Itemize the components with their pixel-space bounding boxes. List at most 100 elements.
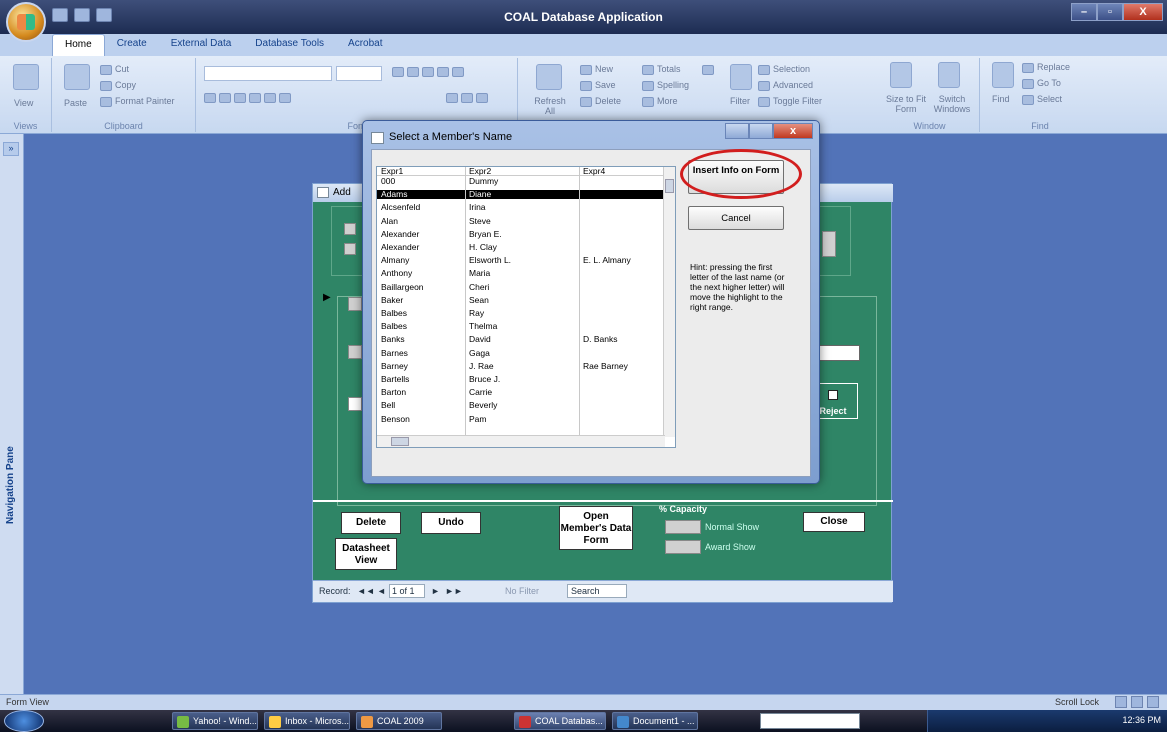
replace-button[interactable]: Replace — [1022, 62, 1070, 73]
open-members-data-form-button[interactable]: Open Member's Data Form — [559, 506, 633, 550]
dialog-minimize-button[interactable] — [725, 123, 749, 139]
last-record-button[interactable]: ►► — [445, 586, 463, 596]
select-button[interactable]: Select — [1022, 94, 1062, 105]
goto-button[interactable]: Go To — [1022, 78, 1061, 89]
more-button[interactable]: More — [642, 96, 678, 107]
refresh-icon[interactable] — [536, 64, 562, 90]
list-item[interactable]: Barney J. Rae Rae Barney — [377, 361, 665, 371]
list-item[interactable]: Alexander H. Clay — [377, 242, 665, 252]
taskbar-item[interactable]: Yahoo! - Wind... — [172, 712, 258, 730]
totals-button[interactable]: Totals — [642, 64, 681, 75]
nav-pane-toggle-button[interactable]: » — [3, 142, 19, 156]
minimize-button[interactable]: – — [1071, 3, 1097, 21]
column-header[interactable]: Expr2 — [469, 167, 491, 176]
horizontal-scroll-thumb[interactable] — [391, 437, 409, 446]
navigation-pane[interactable]: » Navigation Pane — [0, 134, 24, 694]
list-item[interactable]: Alan Steve — [377, 216, 665, 226]
list-item[interactable]: Balbes Thelma — [377, 321, 665, 331]
list-buttons[interactable] — [446, 92, 491, 103]
vertical-scroll-thumb[interactable] — [665, 179, 674, 193]
switch-windows-button[interactable]: Switch Windows — [928, 94, 976, 114]
list-item[interactable]: Balbes Ray — [377, 308, 665, 318]
taskbar-item-active[interactable]: COAL Databas... — [514, 712, 606, 730]
list-item[interactable]: Alcsenfeld Irina — [377, 203, 665, 213]
selection-button[interactable]: Selection — [758, 64, 810, 75]
sort-buttons[interactable] — [702, 64, 717, 75]
tab-external-data[interactable]: External Data — [159, 34, 244, 56]
cut-button[interactable]: Cut — [100, 64, 129, 75]
font-name-combo[interactable] — [204, 66, 332, 81]
filter-icon[interactable] — [730, 64, 752, 90]
maximize-button[interactable]: ▫ — [1097, 3, 1123, 21]
datasheet-view-icon[interactable] — [1131, 696, 1143, 708]
reject-checkbox[interactable] — [828, 390, 838, 400]
record-search-input[interactable]: Search — [567, 584, 627, 598]
detail-field[interactable] — [348, 397, 362, 411]
size-to-fit-icon[interactable] — [890, 62, 912, 88]
tab-acrobat[interactable]: Acrobat — [336, 34, 394, 56]
delete-record-button[interactable]: Delete — [580, 96, 621, 107]
list-item[interactable]: Adams Diane — [377, 189, 665, 200]
list-item[interactable]: Almany Elsworth L. E. L. Almany — [377, 255, 665, 265]
size-to-fit-button[interactable]: Size to Fit Form — [884, 94, 928, 114]
member-list[interactable]: Expr1 Expr2 Expr4 000 Dummy Adams Diane Alcs… — [376, 166, 676, 448]
align-buttons[interactable] — [392, 66, 467, 77]
award-show-capacity[interactable] — [665, 540, 701, 554]
tab-database-tools[interactable]: Database Tools — [243, 34, 336, 56]
taskbar-item[interactable]: COAL 2009 — [356, 712, 442, 730]
list-item[interactable]: Barnes Gaga — [377, 348, 665, 358]
format-painter-button[interactable]: Format Painter — [100, 96, 175, 107]
list-item[interactable]: Barton Carrie — [377, 387, 665, 397]
font-format-buttons[interactable] — [204, 92, 294, 103]
toggle-filter-button[interactable]: Toggle Filter — [758, 96, 822, 107]
first-record-button[interactable]: ◄◄ — [357, 586, 375, 596]
close-button[interactable]: X — [1123, 3, 1163, 21]
list-item[interactable]: Alexander Bryan E. — [377, 229, 665, 239]
list-item[interactable]: 000 Dummy — [377, 176, 665, 186]
detail-field[interactable] — [348, 297, 362, 311]
record-selector-icon[interactable]: ▶ — [323, 292, 337, 306]
cancel-button[interactable]: Cancel — [688, 206, 784, 230]
taskbar-item[interactable]: Document1 - ... — [612, 712, 698, 730]
find-button[interactable]: Find — [992, 94, 1010, 104]
vertical-scrollbar[interactable] — [663, 167, 675, 437]
list-item[interactable]: Anthony Maria — [377, 269, 665, 279]
column-header[interactable]: Expr1 — [381, 167, 403, 176]
find-icon[interactable] — [992, 62, 1014, 88]
header-field[interactable] — [344, 223, 356, 235]
tab-create[interactable]: Create — [105, 34, 159, 56]
list-item[interactable]: Benson Pam — [377, 414, 665, 424]
paste-icon[interactable] — [64, 64, 90, 90]
office-button[interactable] — [6, 2, 46, 42]
taskbar-item[interactable]: Inbox - Micros... — [264, 712, 350, 730]
undo-button[interactable]: Undo — [421, 512, 481, 534]
dialog-close-button[interactable]: x — [773, 123, 813, 139]
font-size-combo[interactable] — [336, 66, 382, 81]
dialog-maximize-button[interactable] — [749, 123, 773, 139]
list-item[interactable]: Bartells Bruce J. — [377, 374, 665, 384]
next-record-button[interactable]: ► — [431, 586, 440, 596]
normal-show-capacity[interactable] — [665, 520, 701, 534]
new-button[interactable]: New — [580, 64, 613, 75]
list-item[interactable]: Bell Beverly — [377, 401, 665, 411]
switch-windows-icon[interactable] — [938, 62, 960, 88]
taskbar-search-input[interactable] — [760, 713, 860, 729]
horizontal-scrollbar[interactable] — [377, 435, 665, 447]
list-item[interactable]: Baillargeon Cheri — [377, 282, 665, 292]
no-filter-indicator[interactable]: No Filter — [505, 586, 539, 596]
start-button[interactable] — [4, 710, 44, 732]
detail-field[interactable] — [348, 345, 362, 359]
save-record-button[interactable]: Save — [580, 80, 616, 91]
refresh-all-button[interactable]: Refresh All — [530, 96, 570, 116]
clock[interactable]: 12:36 PM — [1122, 715, 1161, 725]
tab-home[interactable]: Home — [52, 34, 105, 56]
view-icon[interactable] — [13, 64, 39, 90]
form-view-icon[interactable] — [1115, 696, 1127, 708]
advanced-button[interactable]: Advanced — [758, 80, 813, 91]
filter-button[interactable]: Filter — [730, 96, 750, 106]
design-view-icon[interactable] — [1147, 696, 1159, 708]
column-header[interactable]: Expr4 — [583, 167, 605, 176]
paste-button[interactable]: Paste — [64, 98, 87, 108]
header-field[interactable] — [822, 231, 836, 257]
previous-record-button[interactable]: ◄ — [377, 586, 386, 596]
